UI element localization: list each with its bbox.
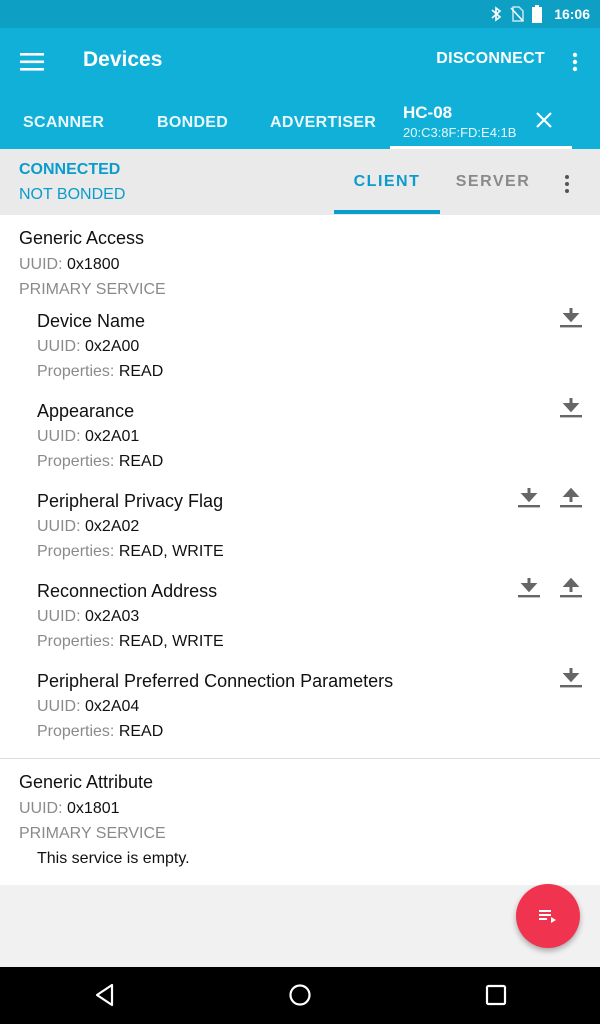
uuid-value: 0x1800: [67, 256, 120, 273]
characteristic-appearance[interactable]: Appearance UUID: 0x2A01 Properties: READ: [0, 398, 600, 489]
uuid-label: UUID:: [37, 338, 81, 355]
uuid-label: UUID:: [19, 256, 63, 273]
service-uuid: UUID: 0x1801: [19, 800, 120, 818]
characteristic-device-name[interactable]: Device Name UUID: 0x2A00 Properties: REA…: [0, 308, 600, 399]
characteristic-reconnection-address[interactable]: Reconnection Address UUID: 0x2A03 Proper…: [0, 577, 600, 669]
characteristic-peripheral-preferred-connection-parameters[interactable]: Peripheral Preferred Connection Paramete…: [0, 668, 600, 759]
connection-bar: CONNECTED NOT BONDED CLIENT SERVER: [0, 149, 600, 216]
service-type: PRIMARY SERVICE: [19, 825, 166, 842]
uuid-label: UUID:: [37, 428, 81, 445]
characteristic-uuid: UUID: 0x2A00: [37, 338, 139, 356]
empty-service-text: This service is empty.: [37, 850, 190, 867]
characteristic-properties: Properties: READ, WRITE: [37, 633, 224, 651]
back-icon[interactable]: [92, 982, 118, 1008]
device-tabs: SCANNER BONDED ADVERTISER HC-08 20:C3:8F…: [0, 96, 600, 149]
properties-label: Properties:: [37, 633, 115, 650]
characteristic-uuid: UUID: 0x2A04: [37, 698, 139, 716]
client-tab-indicator: [334, 210, 440, 214]
home-icon[interactable]: [287, 982, 313, 1008]
download-icon[interactable]: [516, 575, 542, 601]
tab-server[interactable]: SERVER: [446, 149, 540, 215]
properties-label: Properties:: [37, 723, 115, 740]
properties-label: Properties:: [37, 453, 115, 470]
service-divider: [0, 758, 600, 759]
navigation-bar: [0, 967, 600, 1024]
properties-label: Properties:: [37, 363, 115, 380]
more-vert-icon[interactable]: [562, 173, 572, 195]
download-icon[interactable]: [558, 305, 584, 331]
properties-value: READ: [118, 723, 164, 740]
service-name: Generic Attribute: [19, 772, 154, 792]
more-vert-icon[interactable]: [567, 50, 583, 74]
uuid-label: UUID:: [37, 698, 81, 715]
hamburger-icon[interactable]: [20, 50, 46, 74]
properties-value: READ, WRITE: [118, 543, 224, 560]
download-icon[interactable]: [516, 485, 542, 511]
no-sim-icon: [510, 6, 524, 22]
log-fab-button[interactable]: [516, 884, 580, 948]
battery-icon: [532, 5, 543, 23]
uuid-label: UUID:: [37, 608, 81, 625]
characteristic-uuid: UUID: 0x2A01: [37, 428, 139, 446]
app-title: Devices: [83, 48, 163, 71]
uuid-value: 0x2A00: [85, 338, 140, 355]
upload-icon[interactable]: [558, 575, 584, 601]
tab-client[interactable]: CLIENT: [334, 149, 440, 215]
tab-bonded[interactable]: BONDED: [157, 96, 228, 149]
properties-label: Properties:: [37, 543, 115, 560]
status-bar: 16:06: [0, 0, 600, 28]
service-type: PRIMARY SERVICE: [19, 281, 166, 298]
characteristic-peripheral-privacy-flag[interactable]: Peripheral Privacy Flag UUID: 0x2A02 Pro…: [0, 487, 600, 579]
status-time: 16:06: [554, 6, 590, 22]
tab-advertiser[interactable]: ADVERTISER: [270, 96, 376, 149]
tab-device-name: HC-08: [403, 103, 453, 122]
characteristic-name: Device Name: [37, 311, 146, 331]
recents-icon[interactable]: [483, 982, 509, 1008]
characteristic-properties: Properties: READ: [37, 723, 163, 741]
bluetooth-icon: [491, 6, 502, 22]
close-icon[interactable]: [534, 110, 554, 130]
characteristic-name: Peripheral Privacy Flag: [37, 491, 224, 511]
download-icon[interactable]: [558, 665, 584, 691]
connection-state: CONNECTED: [19, 161, 121, 178]
properties-value: READ: [118, 363, 164, 380]
upload-icon[interactable]: [558, 485, 584, 511]
uuid-value: 0x1801: [67, 800, 120, 817]
characteristic-properties: Properties: READ: [37, 453, 163, 471]
uuid-label: UUID:: [19, 800, 63, 817]
disconnect-button[interactable]: DISCONNECT: [436, 50, 545, 68]
uuid-value: 0x2A01: [85, 428, 140, 445]
uuid-label: UUID:: [37, 518, 81, 535]
services-list: Generic Access UUID: 0x1800 PRIMARY SERV…: [0, 215, 600, 885]
characteristic-uuid: UUID: 0x2A03: [37, 608, 139, 626]
properties-value: READ, WRITE: [118, 633, 224, 650]
characteristic-properties: Properties: READ, WRITE: [37, 543, 224, 561]
download-icon[interactable]: [558, 395, 584, 421]
bond-state: NOT BONDED: [19, 186, 126, 203]
queue-icon: [539, 910, 556, 923]
uuid-value: 0x2A03: [85, 608, 140, 625]
characteristic-properties: Properties: READ: [37, 363, 163, 381]
characteristic-name: Peripheral Preferred Connection Paramete…: [37, 671, 394, 691]
characteristic-uuid: UUID: 0x2A02: [37, 518, 139, 536]
tab-scanner[interactable]: SCANNER: [23, 96, 104, 149]
characteristic-name: Appearance: [37, 401, 135, 421]
tab-device[interactable]: HC-08 20:C3:8F:FD:E4:1B: [390, 96, 572, 149]
service-uuid: UUID: 0x1800: [19, 256, 120, 274]
uuid-value: 0x2A02: [85, 518, 140, 535]
service-name: Generic Access: [19, 228, 145, 248]
uuid-value: 0x2A04: [85, 698, 140, 715]
app-bar: Devices DISCONNECT: [0, 28, 600, 96]
tab-device-address: 20:C3:8F:FD:E4:1B: [403, 125, 517, 140]
properties-value: READ: [118, 453, 164, 470]
status-icons: 16:06: [490, 0, 590, 28]
characteristic-name: Reconnection Address: [37, 581, 218, 601]
